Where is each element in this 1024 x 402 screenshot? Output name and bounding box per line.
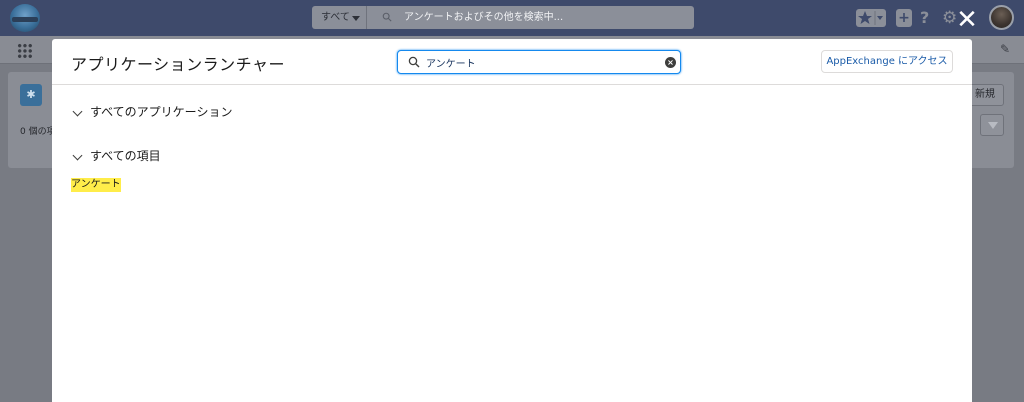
global-header: すべて アンケートおよびその他を検索中... + ? ⚙ xyxy=(0,0,1024,36)
help-icon[interactable]: ? xyxy=(920,9,934,27)
caret-down-icon xyxy=(352,16,360,21)
search-placeholder[interactable]: アンケートおよびその他を検索中... xyxy=(404,6,563,29)
org-logo-icon[interactable] xyxy=(10,4,40,32)
global-search[interactable]: すべて アンケートおよびその他を検索中... xyxy=(312,6,694,29)
clear-search-icon[interactable]: × xyxy=(665,57,676,68)
search-icon xyxy=(408,56,420,68)
appexchange-button[interactable]: AppExchange にアクセス xyxy=(821,50,953,73)
global-create-icon[interactable]: + xyxy=(896,9,912,27)
section-label: すべての項目 xyxy=(90,149,161,163)
section-all-items[interactable]: すべての項目 xyxy=(71,147,161,164)
chevron-down-icon xyxy=(72,106,83,116)
result-item-link[interactable]: アンケート xyxy=(71,178,121,192)
modal-title: アプリケーションランチャー xyxy=(71,55,286,74)
search-scope-select[interactable]: すべて xyxy=(312,6,367,29)
modal-header: アプリケーションランチャー × AppExchange にアクセス xyxy=(52,39,972,85)
app-launcher-modal: アプリケーションランチャー × AppExchange にアクセス すべてのアプ… xyxy=(52,39,972,402)
chevron-down-icon xyxy=(72,150,83,160)
search-icon xyxy=(382,12,392,22)
section-all-apps[interactable]: すべてのアプリケーション xyxy=(71,103,232,120)
user-avatar[interactable] xyxy=(989,5,1014,30)
favorites-star-icon[interactable] xyxy=(856,9,886,27)
filter-icon[interactable] xyxy=(980,114,1004,136)
record-count: 0 個の項 xyxy=(20,127,56,137)
search-scope-label: すべて xyxy=(321,12,350,23)
app-launcher-search-input[interactable] xyxy=(426,53,656,71)
object-icon: ✱ xyxy=(20,84,42,106)
app-launcher-waffle-icon[interactable] xyxy=(17,43,33,59)
app-launcher-search[interactable]: × xyxy=(397,50,681,74)
section-label: すべてのアプリケーション xyxy=(90,105,233,119)
close-icon[interactable]: ✕ xyxy=(955,7,979,33)
edit-nav-pencil-icon[interactable]: ✎ xyxy=(1000,42,1010,56)
